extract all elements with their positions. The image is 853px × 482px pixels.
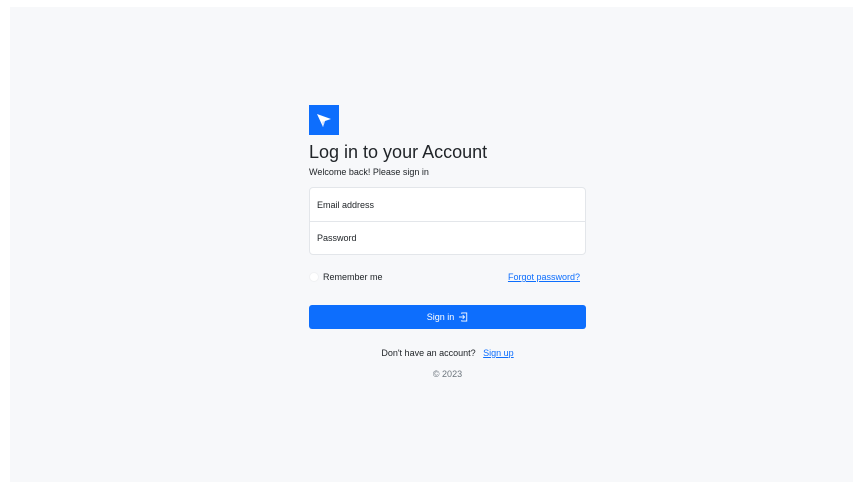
no-account-text: Don't have an account?: [381, 348, 476, 358]
remember-me-radio[interactable]: [309, 272, 319, 282]
password-field[interactable]: Password: [310, 221, 585, 254]
page-title: Log in to your Account: [309, 142, 488, 162]
form-options-row: Remember me Forgot password?: [309, 271, 586, 283]
login-form: Log in to your Account Welcome back! Ple…: [309, 105, 586, 380]
credentials-group: Email address Password: [309, 187, 586, 255]
sign-up-link[interactable]: Sign up: [483, 348, 514, 358]
forgot-password-link[interactable]: Forgot password?: [508, 272, 580, 282]
remember-me-checkbox[interactable]: Remember me: [309, 272, 383, 282]
copyright-text: © 2023: [432, 369, 463, 379]
paper-plane-icon: [309, 105, 339, 135]
login-page: Log in to your Account Welcome back! Ple…: [10, 7, 853, 482]
remember-me-label: Remember me: [323, 272, 383, 282]
sign-in-label: Sign in: [426, 312, 455, 322]
sign-in-button[interactable]: Sign in: [309, 305, 586, 329]
email-field[interactable]: Email address: [310, 188, 585, 221]
signup-row: Don't have an account? Sign up: [309, 347, 586, 359]
page-subtitle: Welcome back! Please sign in: [309, 167, 429, 177]
box-arrow-in-right-icon: [458, 312, 468, 322]
